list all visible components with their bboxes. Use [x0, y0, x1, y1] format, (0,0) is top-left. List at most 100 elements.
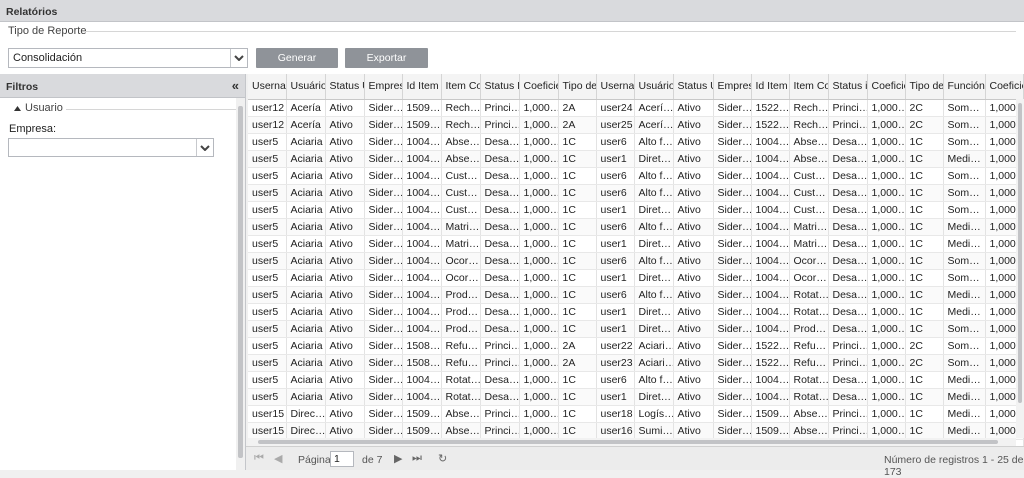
table-cell: user12	[248, 116, 287, 134]
table-cell: 1,000…	[519, 422, 559, 440]
table-cell: Sider…	[364, 116, 403, 134]
report-type-select[interactable]: Consolidación	[8, 48, 248, 68]
table-cell: Desa…	[828, 235, 868, 253]
filters-scrollbar[interactable]	[236, 98, 245, 470]
table-cell: Medi…	[943, 303, 986, 321]
chevron-down-icon[interactable]	[230, 49, 247, 67]
column-header[interactable]: Status ite	[828, 74, 868, 100]
table-row[interactable]: user5 Aciaria Ativo Sider… 1004… Rotat… Desa… 1…	[248, 388, 1024, 406]
first-page-icon[interactable]: ⏮	[254, 452, 264, 465]
table-cell: Sider…	[364, 303, 403, 321]
generate-button[interactable]: Generar	[256, 48, 338, 68]
table-cell: 1,000…	[867, 184, 906, 202]
column-header[interactable]: Empresa	[713, 74, 752, 100]
table-cell: Abse…	[441, 405, 481, 423]
table-row[interactable]: user5 Aciaria Ativo Sider… 1508… Refu… Princi……	[248, 354, 1024, 372]
table-cell: Ativo	[325, 422, 365, 440]
grid-hscroll-thumb[interactable]	[258, 440, 998, 444]
column-header[interactable]: Usernam	[596, 74, 635, 100]
empresa-select[interactable]	[8, 138, 214, 157]
grid-horizontal-scrollbar[interactable]	[248, 438, 1016, 446]
filters-scroll-thumb[interactable]	[238, 106, 243, 458]
column-header[interactable]: Coeficier	[867, 74, 906, 100]
table-row[interactable]: user5 Aciaria Ativo Sider… 1508… Refu… Princi……	[248, 337, 1024, 355]
table-row[interactable]: user5 Aciaria Ativo Sider… 1004… Cust… Desa… 1,…	[248, 184, 1024, 202]
column-header[interactable]: Tipo de	[558, 74, 597, 100]
column-header[interactable]: Status U	[673, 74, 714, 100]
table-row[interactable]: user5 Aciaria Ativo Sider… 1004… Cust… Desa… 1,…	[248, 167, 1024, 185]
table-cell: 1C	[905, 235, 944, 253]
grid-vscroll-thumb[interactable]	[1018, 103, 1022, 403]
usuario-group-toggle[interactable]: Usuario	[14, 102, 63, 114]
table-row[interactable]: user5 Aciaria Ativo Sider… 1004… Matri… Desa… 1…	[248, 235, 1024, 253]
table-row[interactable]: user15 Direc… Ativo Sider… 1509… Abse… Princi……	[248, 405, 1024, 423]
table-row[interactable]: user5 Aciaria Ativo Sider… 1004… Abse… Desa… 1,…	[248, 133, 1024, 151]
table-row[interactable]: user15 Direc… Ativo Sider… 1509… Abse… Princi……	[248, 422, 1024, 440]
table-row[interactable]: user5 Aciaria Ativo Sider… 1004… Prod… Desa… 1,…	[248, 320, 1024, 338]
table-row[interactable]: user5 Aciaria Ativo Sider… 1004… Rotat… Desa… 1…	[248, 371, 1024, 389]
table-cell: Ativo	[325, 184, 365, 202]
table-cell: Direc…	[286, 405, 326, 423]
table-row[interactable]: user12 Acería Ativo Sider… 1509… Rech… Princi……	[248, 99, 1024, 117]
results-grid: UsernamUsuário IStatus UEmpresaId Item c…	[248, 74, 1024, 446]
table-cell: 1,000…	[519, 371, 559, 389]
table-cell: 1508…	[402, 337, 442, 355]
table-cell: user5	[248, 150, 287, 168]
table-cell: Acería	[286, 116, 326, 134]
grid-vertical-scrollbar[interactable]	[1016, 99, 1024, 438]
chevron-down-icon[interactable]	[196, 139, 213, 156]
table-row[interactable]: user5 Aciaria Ativo Sider… 1004… Abse… Desa… 1,…	[248, 150, 1024, 168]
table-row[interactable]: user5 Aciaria Ativo Sider… 1004… Cust… Desa… 1,…	[248, 201, 1024, 219]
table-cell: Ativo	[325, 303, 365, 321]
column-header[interactable]: Usuário	[634, 74, 674, 100]
table-cell: Ativo	[325, 388, 365, 406]
column-header[interactable]: Tipo de	[905, 74, 944, 100]
table-row[interactable]: user5 Aciaria Ativo Sider… 1004… Matri… Desa… 1…	[248, 218, 1024, 236]
table-row[interactable]: user5 Aciaria Ativo Sider… 1004… Prod… Desa… 1,…	[248, 286, 1024, 304]
last-page-icon[interactable]: ⏭	[412, 452, 422, 465]
table-cell: Desa…	[828, 286, 868, 304]
table-cell: Desa…	[828, 252, 868, 270]
table-cell: 1004…	[751, 218, 790, 236]
column-header[interactable]: Id Item c	[402, 74, 442, 100]
table-cell: user1	[596, 150, 635, 168]
table-cell: Sider…	[364, 422, 403, 440]
table-cell: Aciaria	[286, 167, 326, 185]
table-cell: Diret…	[634, 269, 674, 287]
table-cell: user1	[596, 303, 635, 321]
column-header[interactable]: Item Cor	[441, 74, 481, 100]
table-cell: Sider…	[713, 303, 752, 321]
column-header[interactable]: Coeficier	[519, 74, 559, 100]
table-cell: user5	[248, 184, 287, 202]
column-header[interactable]: Usernam	[248, 74, 287, 100]
table-cell: 1,000…	[867, 116, 906, 134]
column-header[interactable]: Id Item C	[751, 74, 790, 100]
column-header[interactable]: Empresa	[364, 74, 403, 100]
next-page-icon[interactable]: ▶	[394, 452, 402, 465]
table-row[interactable]: user5 Aciaria Ativo Sider… 1004… Ocor… Desa… 1,…	[248, 252, 1024, 270]
column-header[interactable]: Status It	[480, 74, 520, 100]
page-number-input[interactable]: 1	[330, 451, 354, 467]
column-header[interactable]: Coeficier	[985, 74, 1024, 100]
export-button[interactable]: Exportar	[345, 48, 428, 68]
table-cell: Princi…	[828, 99, 868, 117]
table-cell: 1,000…	[519, 303, 559, 321]
table-cell: Abse…	[441, 133, 481, 151]
table-cell: 1004…	[402, 133, 442, 151]
results-table: UsernamUsuário IStatus UEmpresaId Item c…	[248, 74, 1024, 446]
table-row[interactable]: user5 Aciaria Ativo Sider… 1004… Prod… Desa… 1,…	[248, 303, 1024, 321]
table-cell: Princi…	[480, 337, 520, 355]
column-header[interactable]: Item Cor	[789, 74, 829, 100]
column-header[interactable]: Status U	[325, 74, 365, 100]
table-cell: Som…	[943, 269, 986, 287]
prev-page-icon[interactable]: ◀	[274, 452, 282, 465]
refresh-icon[interactable]: ↻	[438, 452, 447, 465]
collapse-icon[interactable]: «	[232, 78, 239, 93]
table-cell: Prod…	[441, 303, 481, 321]
table-cell: Aciari…	[634, 354, 674, 372]
column-header[interactable]: Usuário I	[286, 74, 326, 100]
table-row[interactable]: user12 Acería Ativo Sider… 1509… Rech… Princi……	[248, 116, 1024, 134]
column-header[interactable]: Función	[943, 74, 986, 100]
table-cell: 1C	[558, 150, 597, 168]
table-row[interactable]: user5 Aciaria Ativo Sider… 1004… Ocor… Desa… 1,…	[248, 269, 1024, 287]
